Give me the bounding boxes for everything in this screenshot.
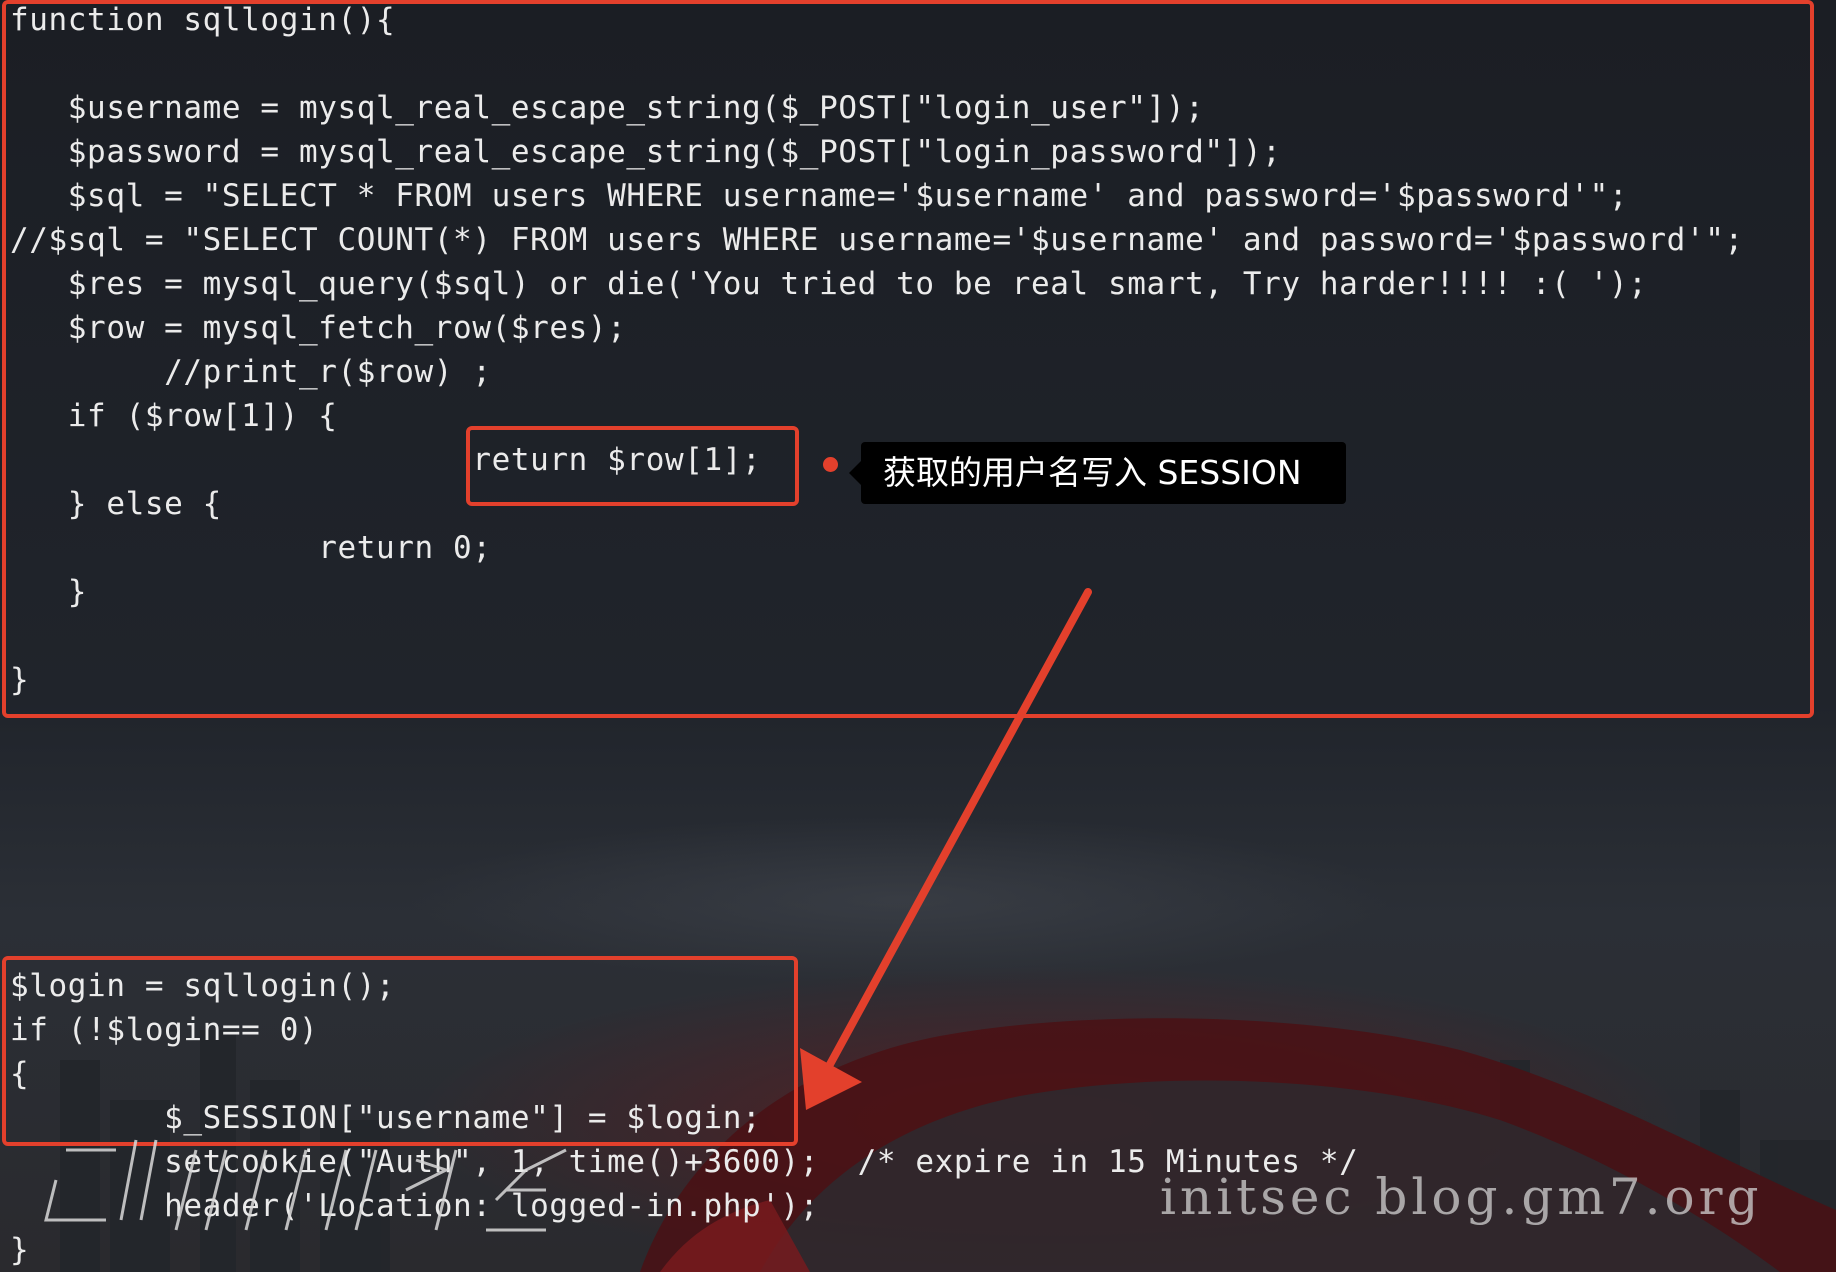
code-line: return $row[1]; [10,442,762,478]
code-line: $res = mysql_query($sql) or die('You tri… [10,266,1648,302]
code-line: return 0; [10,530,492,566]
code-line: } [10,662,30,698]
code-line: } [10,574,88,610]
annotation-text: 获取的用户名写入 SESSION [883,453,1302,492]
code-line: $login = sqllogin(); [10,968,396,1004]
code-line: $sql = "SELECT * FROM users WHERE userna… [10,178,1629,214]
code-line: { [10,1056,30,1092]
code-line: if ($row[1]) { [10,398,338,434]
code-line: //$sql = "SELECT COUNT(*) FROM users WHE… [10,222,1744,258]
code-line: } else { [10,486,222,522]
code-line: $password = mysql_real_escape_string($_P… [10,134,1282,170]
screenshot-canvas: function sqllogin(){ $username = mysql_r… [0,0,1836,1272]
watermark: initsec blog.gm7.org [1160,1168,1763,1226]
ascii-art-logo [44,1139,567,1232]
annotation-marker-dot [823,457,838,472]
code-line: if (!$login== 0) [10,1012,319,1048]
annotation-tooltip: 获取的用户名写入 SESSION [849,442,1346,504]
code-line: //print_r($row) ; [10,354,492,390]
code-line: $row = mysql_fetch_row($res); [10,310,627,346]
code-line: function sqllogin(){ [10,2,396,38]
code-line: $username = mysql_real_escape_string($_P… [10,90,1205,126]
